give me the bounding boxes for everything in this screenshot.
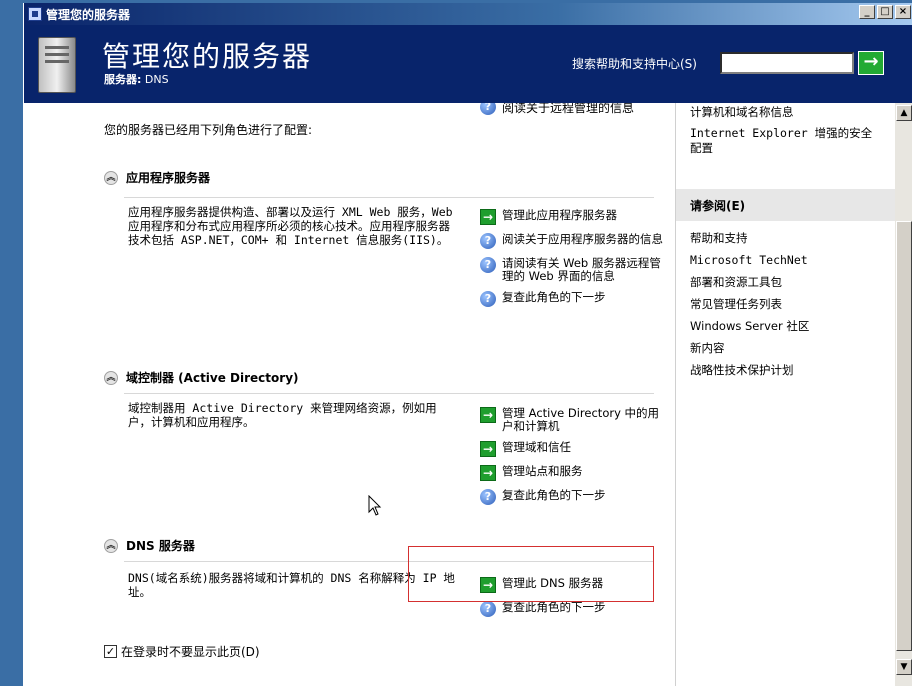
sidebar: 计算机和域名称信息 Internet Explorer 增强的安全配置 请参阅(… (675, 103, 896, 686)
scroll-down-button[interactable]: ▼ (896, 659, 912, 675)
search-go-button[interactable]: → (858, 51, 884, 75)
action-label: 管理站点和服务 (502, 464, 583, 478)
see-also-list: 帮助和支持 Microsoft TechNet 部署和资源工具包 常见管理任务列… (676, 231, 896, 385)
section-title: DNS 服务器 (126, 539, 195, 553)
help-icon: ? (480, 601, 496, 617)
dont-show-checkbox-row[interactable]: ✓ 在登录时不要显示此页(D) (104, 643, 260, 660)
section-divider (124, 393, 654, 394)
minimize-button[interactable]: _ (859, 5, 875, 19)
vertical-scrollbar[interactable]: ▲ ▼ (895, 103, 912, 686)
collapse-icon[interactable]: ︽ (104, 538, 118, 553)
arrow-right-icon: → (480, 441, 496, 457)
action-read-web-remote[interactable]: ? 请阅读有关 Web 服务器远程管理的 Web 界面的信息 (480, 257, 670, 283)
action-label: 复查此角色的下一步 (502, 488, 606, 502)
app-icon (28, 7, 42, 21)
arrow-right-icon: → (480, 407, 496, 423)
action-label: 管理 Active Directory 中的用户和计算机 (502, 406, 660, 433)
action-manage-app-server[interactable]: → 管理此应用程序服务器 (480, 209, 670, 225)
maximize-button[interactable]: □ (877, 5, 893, 19)
section-domain-controller-actions: → 管理 Active Directory 中的用户和计算机 → 管理域和信任 … (480, 407, 670, 513)
help-icon: ? (480, 291, 496, 307)
mouse-cursor-icon (368, 495, 382, 516)
page-title: 管理您的服务器 (102, 40, 313, 73)
collapse-icon[interactable]: ︽ (104, 170, 118, 185)
intro-text: 您的服务器已经用下列角色进行了配置: (104, 123, 313, 137)
see-also-link[interactable]: 战略性技术保护计划 (690, 363, 882, 378)
section-app-server-header[interactable]: ︽ 应用程序服务器 (104, 169, 210, 186)
action-label: 阅读关于应用程序服务器的信息 (502, 232, 663, 246)
main-content: ? 阅读关于远程管理的信息 您的服务器已经用下列角色进行了配置: ︽ 应用程序服… (24, 103, 675, 686)
action-label: 管理域和信任 (502, 440, 571, 454)
section-domain-controller-header[interactable]: ︽ 域控制器 (Active Directory) (104, 369, 299, 386)
title-bar[interactable]: 管理您的服务器 _ □ × (24, 3, 912, 25)
annotation-highlight-box (408, 546, 654, 602)
scroll-up-button[interactable]: ▲ (896, 105, 912, 121)
remote-admin-link[interactable]: ? 阅读关于远程管理的信息 (480, 103, 634, 116)
action-label: 请阅读有关 Web 服务器远程管理的 Web 界面的信息 (502, 256, 661, 283)
see-also-link[interactable]: 常见管理任务列表 (690, 297, 882, 312)
see-also-header[interactable]: 请参阅(E) (676, 189, 896, 221)
sidebar-link-ie-esc[interactable]: Internet Explorer 增强的安全配置 (690, 126, 882, 156)
help-icon: ? (480, 489, 496, 505)
arrow-right-icon: → (480, 465, 496, 481)
action-review-next-steps[interactable]: ? 复查此角色的下一步 (480, 489, 670, 505)
server-icon (38, 37, 76, 93)
remote-admin-link-text: 阅读关于远程管理的信息 (502, 103, 635, 115)
dont-show-checkbox[interactable]: ✓ (104, 645, 117, 658)
collapse-icon[interactable]: ︽ (104, 370, 118, 385)
sidebar-link-computer-domain[interactable]: 计算机和域名称信息 (690, 105, 882, 120)
action-review-next-steps[interactable]: ? 复查此角色的下一步 (480, 291, 670, 307)
action-review-next-steps[interactable]: ? 复查此角色的下一步 (480, 601, 670, 617)
action-label: 管理此应用程序服务器 (502, 208, 617, 222)
dont-show-label: 在登录时不要显示此页(D) (121, 645, 260, 659)
see-also-link[interactable]: 帮助和支持 (690, 231, 882, 246)
arrow-right-icon: → (480, 209, 496, 225)
help-icon: ? (480, 233, 496, 249)
see-also-link[interactable]: Windows Server 社区 (690, 319, 882, 334)
action-label: 复查此角色的下一步 (502, 600, 606, 614)
section-description: 域控制器用 Active Directory 来管理网络资源，例如用户，计算机和… (128, 401, 437, 429)
window-controls: _ □ × (859, 5, 911, 19)
section-dns-server-header[interactable]: ︽ DNS 服务器 (104, 537, 195, 554)
window-title: 管理您的服务器 (46, 8, 131, 22)
section-title: 域控制器 (Active Directory) (126, 371, 299, 385)
section-description: 应用程序服务器提供构造、部署以及运行 XML Web 服务，Web 应用程序和分… (128, 205, 453, 247)
see-also-link[interactable]: Microsoft TechNet (690, 253, 882, 268)
close-button[interactable]: × (895, 5, 911, 19)
action-label: 复查此角色的下一步 (502, 290, 606, 304)
server-label: 服务器: (104, 73, 142, 86)
section-divider (124, 197, 654, 198)
action-manage-domains-trusts[interactable]: → 管理域和信任 (480, 441, 670, 457)
search-input[interactable] (720, 52, 854, 74)
action-read-app-server[interactable]: ? 阅读关于应用程序服务器的信息 (480, 233, 670, 249)
help-icon: ? (480, 257, 496, 273)
section-app-server-actions: → 管理此应用程序服务器 ? 阅读关于应用程序服务器的信息 ? 请阅读有关 We… (480, 209, 670, 315)
action-manage-ad-users[interactable]: → 管理 Active Directory 中的用户和计算机 (480, 407, 670, 433)
search-label: 搜索帮助和支持中心(S) (572, 57, 697, 71)
action-manage-sites-services[interactable]: → 管理站点和服务 (480, 465, 670, 481)
server-name: DNS (144, 73, 169, 86)
see-also-link[interactable]: 新内容 (690, 341, 882, 356)
server-info: 服务器: DNS (104, 71, 169, 87)
manage-server-window: 管理您的服务器 _ □ × 管理您的服务器 服务器: DNS 搜索帮助和支持中心… (23, 3, 912, 686)
help-icon: ? (480, 103, 496, 115)
scroll-thumb[interactable] (896, 221, 912, 651)
see-also-link[interactable]: 部署和资源工具包 (690, 275, 882, 290)
page-header: 管理您的服务器 服务器: DNS 搜索帮助和支持中心(S) → (24, 25, 912, 103)
sidebar-tools-list: 计算机和域名称信息 Internet Explorer 增强的安全配置 (676, 103, 896, 164)
section-title: 应用程序服务器 (126, 171, 211, 185)
